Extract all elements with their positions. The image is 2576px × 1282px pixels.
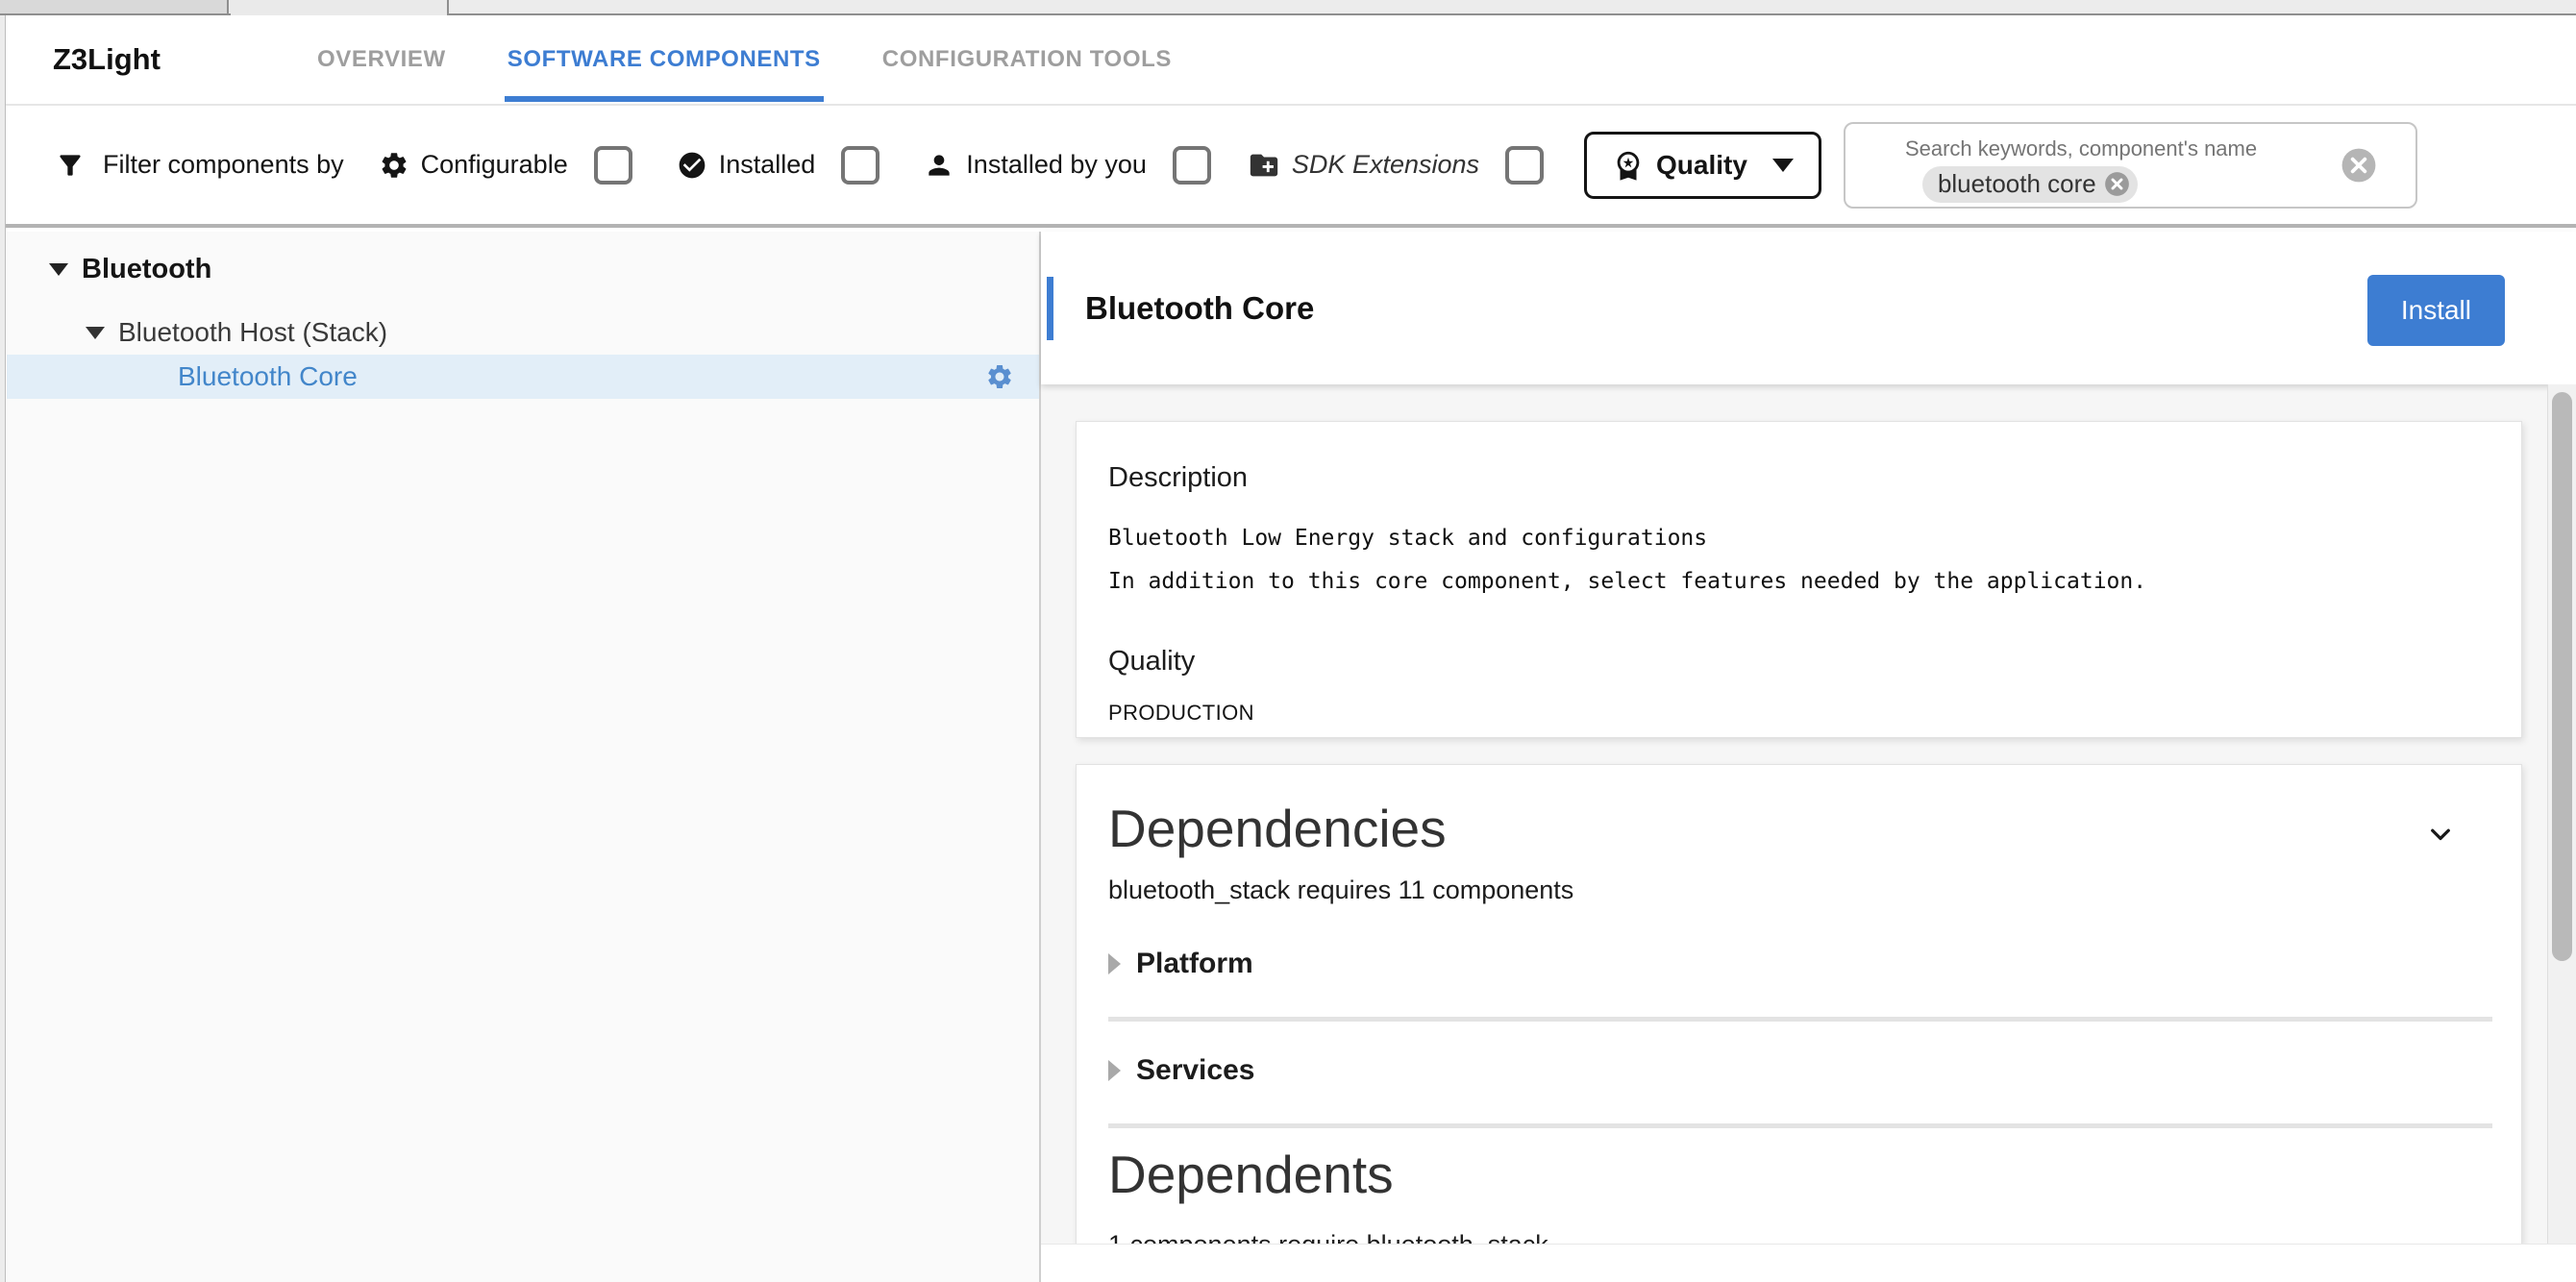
app-header: Z3Light OVERVIEW SOFTWARE COMPONENTS CON… [0, 15, 2576, 106]
person-icon [924, 150, 954, 181]
quality-value: PRODUCTION [1108, 701, 2483, 726]
chevron-right-icon [1108, 1060, 1121, 1081]
description-text: Bluetooth Low Energy stack and configura… [1108, 517, 2483, 604]
install-button[interactable]: Install [2367, 275, 2505, 346]
tree-item-label: Bluetooth Host (Stack) [118, 317, 387, 348]
check-circle-icon [677, 150, 707, 181]
component-tree-panel: Bluetooth Bluetooth Host (Stack) Bluetoo… [7, 232, 1039, 1282]
filter-installed-label: Installed [719, 150, 816, 180]
scrollbar-thumb[interactable] [2552, 392, 2572, 961]
project-title: Z3Light [53, 42, 161, 77]
search-chip-label: bluetooth core [1938, 169, 2096, 199]
tree-item-bluetooth-core[interactable]: Bluetooth Core [7, 355, 1039, 399]
editor-tab-strip [0, 0, 2576, 15]
group-label: Services [1136, 1054, 1254, 1087]
tab-configuration-tools[interactable]: CONFIGURATION TOOLS [882, 15, 1172, 104]
chevron-right-icon [1108, 953, 1121, 974]
tree-item-label: Bluetooth [82, 254, 211, 285]
filter-configurable-checkbox[interactable] [594, 146, 632, 185]
search-input[interactable]: Search keywords, component's name blueto… [1844, 122, 2417, 209]
search-chip[interactable]: bluetooth core [1922, 166, 2138, 203]
collapse-chevron-icon[interactable] [2423, 817, 2458, 851]
filter-sdk-extensions-checkbox[interactable] [1505, 146, 1544, 185]
dependency-group-platform[interactable]: Platform [1108, 948, 2521, 980]
filter-configurable-label: Configurable [421, 150, 568, 180]
editor-tab-active[interactable] [231, 0, 449, 15]
tab-overview[interactable]: OVERVIEW [317, 15, 446, 104]
vertical-scrollbar[interactable] [2547, 384, 2576, 1244]
quality-button-label: Quality [1656, 150, 1747, 181]
description-line: Bluetooth Low Energy stack and configura… [1108, 517, 2483, 560]
filter-installed-by-you-checkbox[interactable] [1173, 146, 1211, 185]
filter-installed-by-you-label: Installed by you [966, 150, 1147, 180]
award-icon [1612, 149, 1645, 182]
dependents-heading: Dependents [1108, 1146, 2521, 1204]
divider [1108, 1123, 2492, 1128]
chip-remove-icon[interactable] [2104, 171, 2130, 197]
tree-item-bluetooth[interactable]: Bluetooth [7, 247, 1039, 291]
chevron-down-icon [1772, 159, 1794, 172]
configure-gear-icon[interactable] [985, 362, 1014, 391]
dependencies-heading: Dependencies [1108, 800, 1447, 858]
view-tabs: OVERVIEW SOFTWARE COMPONENTS CONFIGURATI… [317, 15, 1172, 104]
tab-software-components[interactable]: SOFTWARE COMPONENTS [508, 15, 821, 104]
editor-tab-left[interactable] [0, 0, 229, 13]
quality-filter-button[interactable]: Quality [1584, 132, 1821, 199]
window-left-edge [0, 15, 6, 1282]
tab-underline [505, 96, 824, 102]
divider [1108, 1017, 2492, 1022]
dependencies-summary: bluetooth_stack requires 11 components [1108, 875, 2521, 905]
description-card: Description Bluetooth Low Energy stack a… [1076, 421, 2522, 738]
dependents-summary: 1 components require bluetooth_stack [1108, 1230, 2521, 1245]
dependency-group-services[interactable]: Services [1108, 1054, 2521, 1087]
dependencies-header-row: Dependencies [1108, 800, 2521, 858]
description-line: In addition to this core component, sele… [1108, 560, 2483, 604]
filter-bar-label: Filter components by [103, 150, 344, 180]
filter-bar: Filter components by Configurable Instal… [0, 106, 2576, 228]
folder-plus-icon [1248, 149, 1280, 182]
bottom-strip [1041, 1244, 2576, 1282]
component-detail-body: Description Bluetooth Low Energy stack a… [1041, 384, 2576, 1282]
tree-item-label: Bluetooth Core [178, 361, 358, 392]
accent-bar [1047, 277, 1053, 340]
gear-icon [379, 150, 409, 181]
description-heading: Description [1108, 462, 2483, 494]
component-detail-header: Bluetooth Core Install [1041, 232, 2576, 384]
group-label: Platform [1136, 948, 1253, 980]
tree-expand-icon[interactable] [49, 263, 68, 276]
filter-funnel-icon [55, 150, 86, 181]
search-placeholder: Search keywords, component's name [1905, 136, 2257, 161]
tree-item-bluetooth-host-stack[interactable]: Bluetooth Host (Stack) [7, 310, 1039, 355]
filter-sdk-extensions-label: SDK Extensions [1292, 150, 1479, 180]
search-clear-icon[interactable] [2341, 147, 2377, 184]
component-title: Bluetooth Core [1085, 290, 1314, 327]
quality-heading: Quality [1108, 646, 2483, 678]
panel-divider[interactable] [1039, 232, 1041, 1282]
tree-expand-icon[interactable] [86, 327, 105, 339]
dependencies-card: Dependencies bluetooth_stack requires 11… [1076, 764, 2522, 1245]
filter-installed-checkbox[interactable] [841, 146, 879, 185]
